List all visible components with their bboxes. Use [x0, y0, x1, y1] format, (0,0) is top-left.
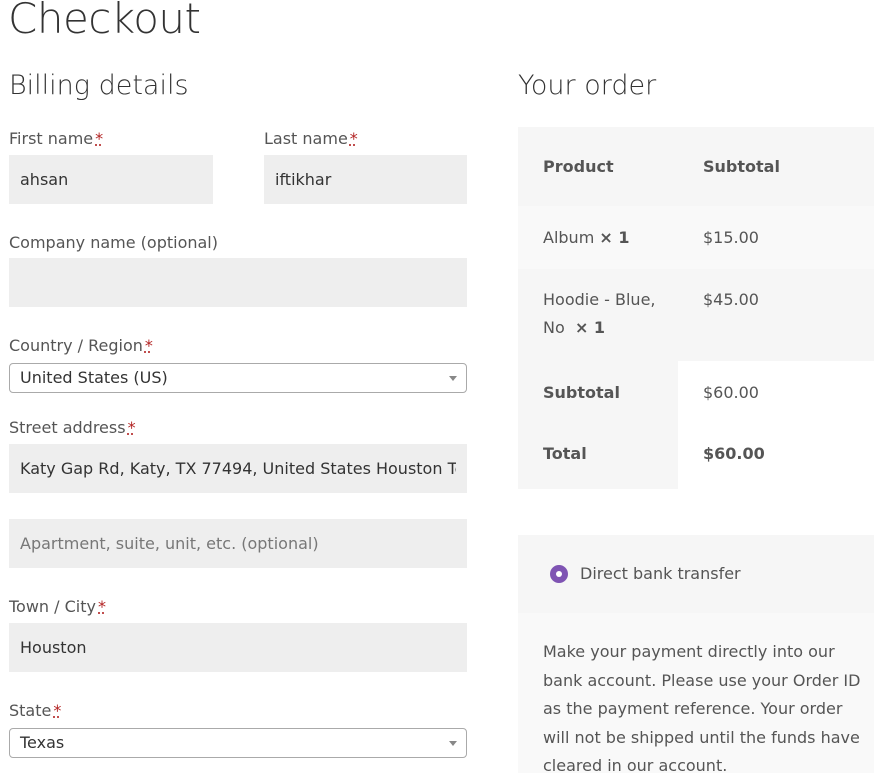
state-select-value: Texas — [20, 733, 65, 752]
city-label: Town / City * — [9, 597, 106, 616]
last-name-label: Last name * — [264, 129, 358, 148]
street-address-line2-field[interactable] — [9, 519, 467, 568]
city-label-text: Town / City — [9, 597, 96, 616]
first-name-label: First name * — [9, 129, 103, 148]
order-review-table: Product Subtotal Album × 1 $15.00 Hoodie… — [518, 127, 874, 489]
order-total-label: Total — [518, 425, 678, 489]
order-header-subtotal: Subtotal — [678, 127, 874, 206]
payment-description: Make your payment directly into our bank… — [543, 642, 861, 775]
required-mark: * — [127, 418, 136, 437]
order-subtotal-label: Subtotal — [518, 361, 678, 425]
first-name-field[interactable] — [9, 155, 213, 204]
page-title: Checkout — [8, 0, 201, 43]
dropdown-arrow-icon — [449, 741, 457, 746]
required-mark: * — [349, 129, 358, 148]
country-label-text: Country / Region — [9, 336, 143, 355]
last-name-label-text: Last name — [264, 129, 348, 148]
order-item-price: $45.00 — [678, 269, 874, 361]
required-mark: * — [95, 129, 104, 148]
street-address-field[interactable] — [9, 444, 467, 493]
order-subtotal-value: $60.00 — [703, 383, 759, 402]
country-select-value: United States (US) — [20, 368, 168, 387]
required-mark: * — [53, 701, 62, 720]
street-label-text: Street address — [9, 418, 126, 437]
last-name-field[interactable] — [264, 155, 467, 204]
country-select[interactable]: United States (US) — [9, 363, 467, 393]
order-item-name-line1: Hoodie - Blue, — [543, 290, 656, 309]
state-label-text: State — [9, 701, 52, 720]
company-label: Company name (optional) — [9, 233, 218, 252]
state-select[interactable]: Texas — [9, 728, 467, 758]
order-item-name-line2: No — [543, 318, 565, 337]
order-header-product: Product — [518, 127, 678, 206]
order-item-qty: × 1 — [574, 318, 606, 337]
payment-radio-selected[interactable] — [550, 565, 568, 583]
street-label: Street address * — [9, 418, 136, 437]
order-item-name: Hoodie - Blue, No × 1 — [518, 269, 678, 361]
order-total-value: $60.00 — [703, 444, 765, 463]
city-field[interactable] — [9, 623, 467, 672]
required-mark: * — [98, 597, 106, 616]
dropdown-arrow-icon — [449, 376, 457, 381]
payment-method-label[interactable]: Direct bank transfer — [580, 564, 741, 583]
state-label: State * — [9, 701, 61, 720]
order-heading: Your order — [518, 70, 657, 101]
order-item-name-line2-wrap: No × 1 — [543, 314, 678, 342]
required-mark: * — [144, 336, 153, 355]
order-item-name: Album × 1 — [518, 206, 678, 269]
order-item-name-text: Album — [543, 228, 595, 247]
billing-heading: Billing details — [9, 70, 189, 101]
country-label: Country / Region * — [9, 336, 153, 355]
first-name-label-text: First name — [9, 129, 94, 148]
company-field[interactable] — [9, 258, 467, 307]
order-item-price: $15.00 — [678, 206, 874, 269]
order-item-qty: × 1 — [599, 228, 630, 247]
